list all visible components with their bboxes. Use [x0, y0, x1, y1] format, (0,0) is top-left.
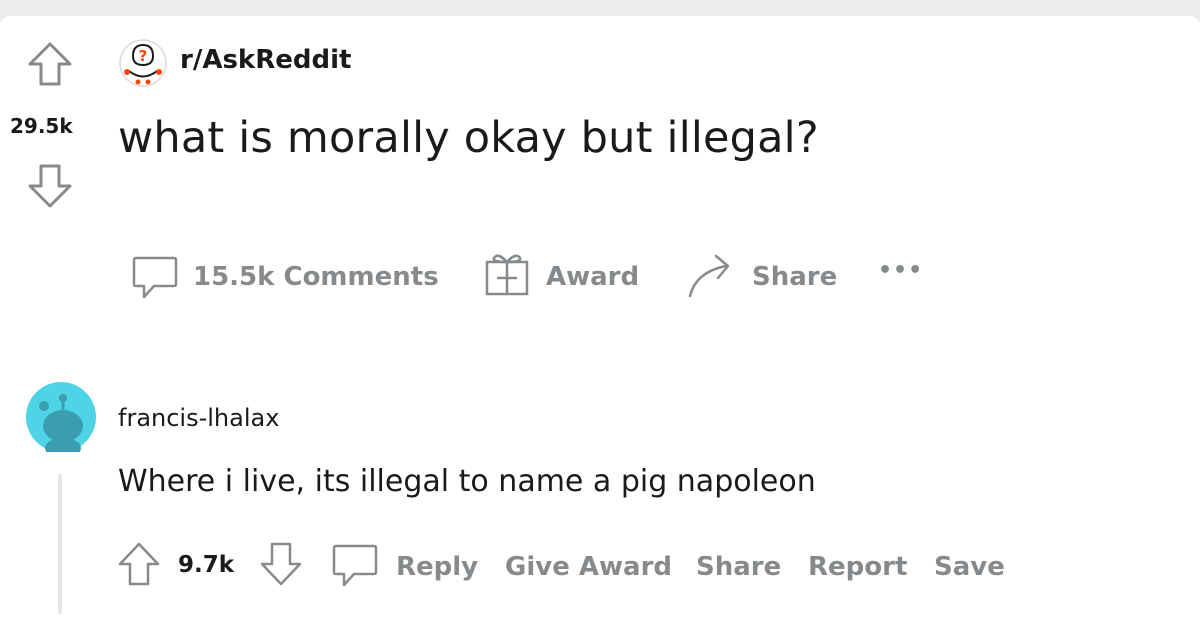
post-score: 29.5k: [10, 114, 73, 138]
svg-text:?: ?: [139, 47, 148, 65]
comment-icon[interactable]: [130, 254, 180, 302]
avatar[interactable]: [26, 382, 96, 458]
share-button[interactable]: Share: [752, 262, 837, 292]
reply-button[interactable]: Reply: [396, 552, 478, 582]
reply-icon[interactable]: [330, 542, 380, 590]
subreddit-name[interactable]: r/AskReddit: [180, 45, 351, 75]
save-button[interactable]: Save: [934, 552, 1005, 582]
thread-line[interactable]: [58, 474, 62, 614]
comment-share-button[interactable]: Share: [696, 552, 781, 582]
comment-username[interactable]: francis-lhalax: [118, 404, 279, 432]
gift-icon[interactable]: [482, 250, 532, 298]
more-options-button[interactable]: •••: [878, 258, 923, 283]
subreddit-icon[interactable]: ?: [118, 38, 168, 92]
comments-button[interactable]: 15.5k Comments: [193, 262, 439, 292]
comment-upvote-icon[interactable]: [116, 540, 162, 588]
award-button[interactable]: Award: [546, 262, 639, 292]
downvote-icon[interactable]: [25, 162, 75, 210]
share-arrow-icon[interactable]: [686, 250, 738, 300]
comment-score: 9.7k: [178, 552, 235, 578]
report-button[interactable]: Report: [808, 552, 907, 582]
post-title[interactable]: what is morally okay but illegal?: [118, 113, 819, 163]
comment-downvote-icon[interactable]: [258, 540, 304, 588]
post-card: [0, 16, 1200, 628]
comment-body: Where i live, its illegal to name a pig …: [118, 464, 816, 499]
give-award-button[interactable]: Give Award: [505, 552, 672, 582]
upvote-icon[interactable]: [25, 40, 75, 88]
